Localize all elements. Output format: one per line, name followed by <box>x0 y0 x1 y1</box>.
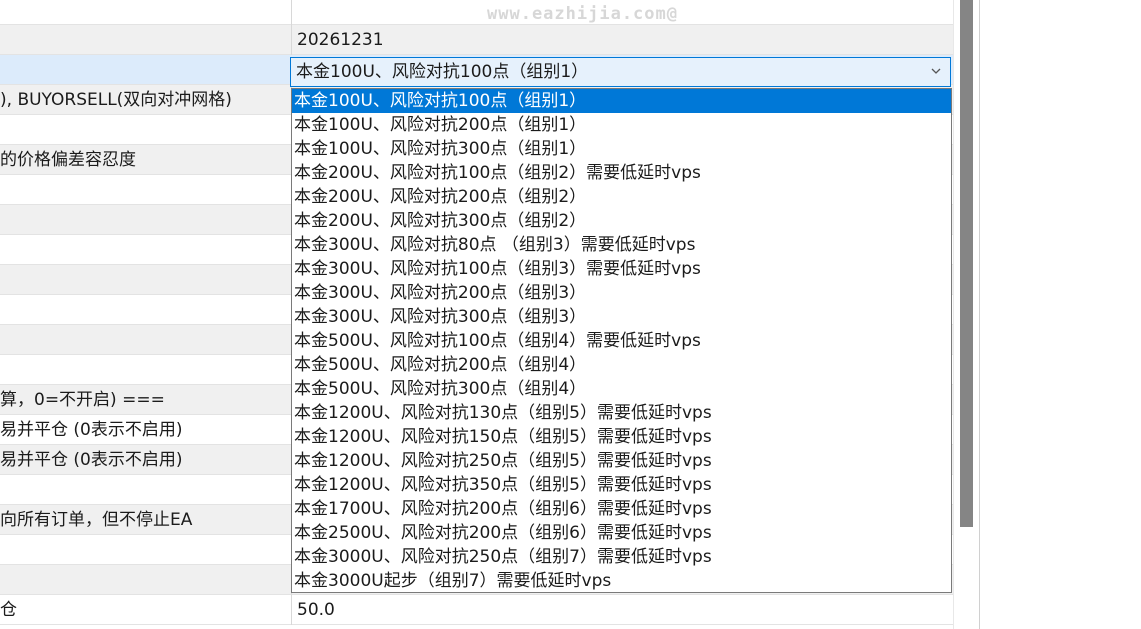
preset-dropdown-list: 本金100U、风险对抗100点（组别1） 本金100U、风险对抗200点（组别1… <box>291 88 952 593</box>
param-name <box>0 475 290 505</box>
dropdown-option[interactable]: 本金200U、风险对抗300点（组别2） <box>292 209 951 233</box>
param-name <box>0 355 290 385</box>
param-name <box>0 265 290 295</box>
param-row[interactable]: 20261231 <box>0 25 953 55</box>
dropdown-option[interactable]: 本金300U、风险对抗200点（组别3） <box>292 281 951 305</box>
right-panel <box>979 0 1141 629</box>
dropdown-option[interactable]: 本金100U、风险对抗300点（组别1） <box>292 137 951 161</box>
param-name: 仓 <box>0 600 17 620</box>
param-name: 向所有订单，但不停止EA <box>0 510 193 530</box>
param-name: ), BUYORSELL(双向对冲网格) <box>0 90 232 110</box>
preset-combobox[interactable]: 本金100U、风险对抗100点（组别1） <box>290 57 951 87</box>
dropdown-option[interactable]: 本金1200U、风险对抗150点（组别5）需要低延时vps <box>292 425 951 449</box>
dropdown-option[interactable]: 本金1200U、风险对抗350点（组别5）需要低延时vps <box>292 473 951 497</box>
dropdown-option[interactable]: 本金1200U、风险对抗250点（组别5）需要低延时vps <box>292 449 951 473</box>
param-name <box>0 0 290 25</box>
dropdown-option[interactable]: 本金300U、风险对抗300点（组别3） <box>292 305 951 329</box>
dropdown-option[interactable]: 本金100U、风险对抗200点（组别1） <box>292 113 951 137</box>
watermark-text: www.eazhijia.com@ <box>487 4 678 24</box>
param-row[interactable] <box>0 0 953 25</box>
dropdown-option[interactable]: 本金2500U、风险对抗200点（组别6）需要低延时vps <box>292 521 951 545</box>
param-name: 易并平仓 (0表示不启用) <box>0 450 183 470</box>
dropdown-option[interactable]: 本金500U、风险对抗200点（组别4） <box>292 353 951 377</box>
dropdown-option[interactable]: 本金300U、风险对抗80点 （组别3）需要低延时vps <box>292 233 951 257</box>
param-value[interactable]: 20261231 <box>291 25 953 55</box>
chevron-down-icon[interactable] <box>930 65 942 77</box>
param-name <box>0 325 290 355</box>
dropdown-option[interactable]: 本金500U、风险对抗100点（组别4）需要低延时vps <box>292 329 951 353</box>
dropdown-option[interactable]: 本金3000U、风险对抗250点（组别7）需要低延时vps <box>292 545 951 569</box>
scrollbar-thumb[interactable] <box>960 0 973 527</box>
param-value[interactable]: 50.0 <box>291 595 953 625</box>
param-name <box>0 115 290 145</box>
combobox-value: 本金100U、风险对抗100点（组别1） <box>296 62 589 82</box>
param-name <box>0 235 290 265</box>
param-name <box>0 295 290 325</box>
dropdown-option[interactable]: 本金1200U、风险对抗130点（组别5）需要低延时vps <box>292 401 951 425</box>
param-name <box>0 565 290 595</box>
dropdown-option[interactable]: 本金200U、风险对抗100点（组别2）需要低延时vps <box>292 161 951 185</box>
param-name <box>0 175 290 205</box>
param-name <box>0 535 290 565</box>
vertical-scrollbar[interactable] <box>953 0 980 629</box>
param-name <box>0 205 290 235</box>
parameters-grid: 20261231 ), BUYORSELL(双向对冲网格) 的价格偏差容忍度 算… <box>0 0 953 629</box>
dropdown-option[interactable]: 本金100U、风险对抗100点（组别1） <box>292 89 951 113</box>
dropdown-option[interactable]: 本金1700U、风险对抗200点（组别6）需要低延时vps <box>292 497 951 521</box>
param-name <box>0 25 290 55</box>
dropdown-option[interactable]: 本金3000U起步（组别7）需要低延时vps <box>292 569 951 592</box>
param-name: 的价格偏差容忍度 <box>0 150 136 170</box>
param-row[interactable]: 仓 50.0 <box>0 595 953 625</box>
dropdown-option[interactable]: 本金300U、风险对抗100点（组别3）需要低延时vps <box>292 257 951 281</box>
param-name: 算，0=不开启) === <box>0 390 165 410</box>
dropdown-option[interactable]: 本金500U、风险对抗300点（组别4） <box>292 377 951 401</box>
param-name <box>0 55 290 85</box>
dropdown-option[interactable]: 本金200U、风险对抗200点（组别2） <box>292 185 951 209</box>
param-name: 易并平仓 (0表示不启用) <box>0 420 183 440</box>
